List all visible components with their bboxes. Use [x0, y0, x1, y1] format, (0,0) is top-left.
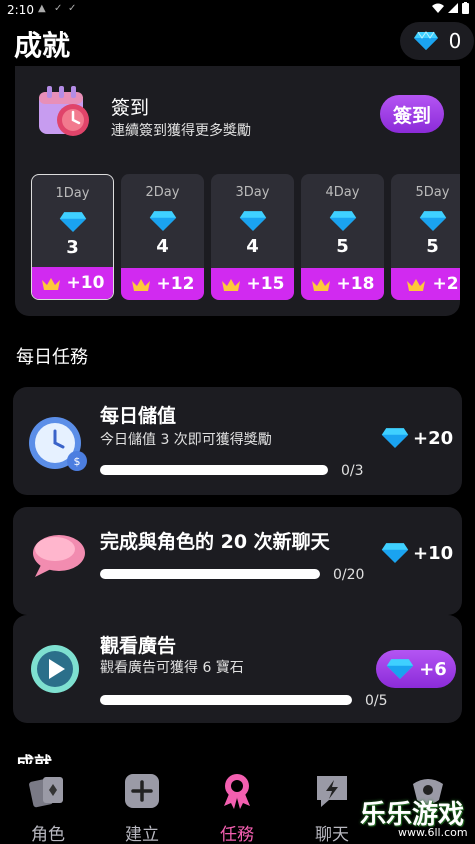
day-reward: +2: [391, 268, 460, 300]
gem-icon: [149, 211, 176, 231]
tab-label: 建立: [125, 825, 159, 844]
task-card-new-chats[interactable]: 完成與角色的 20 次新聊天 0/20 +10: [13, 507, 462, 615]
tab-label: 聊天: [315, 825, 349, 844]
battery-icon: [462, 2, 469, 14]
task-progress-bar: [100, 465, 328, 475]
task-reward: +20: [380, 427, 453, 449]
status-time: 2:10: [7, 3, 34, 17]
achievements-title: 成就: [16, 750, 52, 764]
watch-ad-reward-button[interactable]: +6: [376, 650, 456, 688]
tab-characters[interactable]: 角色: [18, 772, 78, 844]
svg-text:$: $: [74, 455, 81, 468]
day-gem-value: 3: [66, 237, 79, 258]
plus-square-icon: [125, 774, 159, 808]
chat-bolt-icon: [317, 776, 347, 807]
task-title: 完成與角色的 20 次新聊天: [100, 531, 330, 553]
day-card[interactable]: 5Day 5 +2: [391, 174, 460, 300]
task-subtitle: 今日儲值 3 次即可獲得獎勵: [100, 432, 272, 448]
task-progress-count: 0/20: [333, 567, 365, 583]
play-video-icon: [31, 645, 79, 693]
day-reward-value: +18: [336, 274, 375, 294]
chat-bubble-icon: [33, 535, 85, 577]
day-reward-value: +10: [66, 273, 105, 293]
gem-icon: [381, 543, 409, 563]
status-icons: [432, 2, 469, 14]
task-card-watch-ad[interactable]: 觀看廣告 觀看廣告可獲得 6 寶石 0/5 +6: [13, 615, 462, 723]
crown-icon: [407, 278, 426, 291]
gem-icon: [329, 211, 356, 231]
status-bar: 2:10 ▲ ✓ ✓: [0, 0, 475, 20]
signin-button[interactable]: 簽到: [380, 95, 444, 133]
signin-subtitle: 連續簽到獲得更多獎勵: [111, 123, 251, 139]
screen: 2:10 ▲ ✓ ✓ 成就 0 簽到 連續簽到獲得更多獎勵 簽到 1Day 3 …: [0, 0, 475, 844]
day-reward: +15: [211, 268, 294, 300]
task-reward-value: +10: [413, 542, 454, 564]
day-gem-value: 4: [246, 236, 259, 257]
crown-icon: [131, 278, 150, 291]
calendar-icon: [39, 86, 89, 136]
task-reward-value: +6: [419, 658, 447, 680]
day-reward-value: +15: [246, 274, 285, 294]
medal-icon: [224, 774, 250, 809]
day-reward-value: +12: [156, 274, 195, 294]
gem-icon: [239, 211, 266, 231]
signin-card: 簽到 連續簽到獲得更多獎勵 簽到 1Day 3 +10 2Day 4 +12 3…: [15, 66, 460, 316]
signin-title: 簽到: [111, 97, 150, 119]
day-gem-value: 5: [426, 236, 439, 257]
gem-count: 0: [448, 29, 462, 53]
tab-chat[interactable]: 聊天: [302, 772, 362, 844]
tab-label: 角色: [31, 825, 65, 844]
task-title: 每日儲值: [100, 405, 177, 427]
day-reward: +10: [32, 267, 113, 299]
crown-icon: [221, 278, 240, 291]
gem-icon: [386, 659, 414, 679]
gem-icon: [59, 212, 86, 232]
task-progress-count: 0/3: [341, 463, 364, 479]
task-card-daily-topup[interactable]: $ 每日儲值 今日儲值 3 次即可獲得獎勵 0/3 +20: [13, 387, 462, 495]
day-gem-value: 5: [336, 236, 349, 257]
watermark-url: www.6ll.com: [398, 826, 468, 839]
wifi-icon: [432, 3, 444, 13]
day-reward-value: +2: [432, 274, 459, 294]
day-card[interactable]: 2Day 4 +12: [121, 174, 204, 300]
task-progress-bar: [100, 569, 320, 579]
day-reward: +18: [301, 268, 384, 300]
cards-icon: [29, 777, 63, 808]
signin-days: 1Day 3 +10 2Day 4 +12 3Day 4 +15 4Day 5 …: [31, 174, 460, 300]
day-card[interactable]: 4Day 5 +18: [301, 174, 384, 300]
daily-tasks-title: 每日任務: [16, 347, 88, 368]
day-label: 2Day: [145, 185, 180, 200]
day-label: 5Day: [415, 185, 450, 200]
day-label: 4Day: [325, 185, 360, 200]
task-reward: +10: [380, 542, 453, 564]
gem-icon: [419, 211, 446, 231]
task-progress-bar: [100, 695, 352, 705]
page-title: 成就: [14, 29, 71, 62]
notification-icon: ▲: [38, 3, 46, 14]
signal-icon: [448, 3, 458, 13]
task-progress-count: 0/5: [365, 693, 388, 709]
tab-label: 任務: [220, 825, 254, 844]
crown-icon: [41, 277, 60, 290]
check-icon: ✓: [68, 3, 77, 14]
task-reward-value: +20: [413, 427, 454, 449]
tab-tasks[interactable]: 任務: [207, 772, 267, 844]
tab-create[interactable]: 建立: [112, 772, 172, 844]
clock-icon: $: [29, 417, 87, 471]
day-label: 1Day: [55, 186, 90, 201]
watermark: 乐乐游戏 www.6ll.com: [356, 790, 475, 844]
day-label: 3Day: [235, 185, 270, 200]
gem-icon: [381, 428, 409, 448]
day-reward: +12: [121, 268, 204, 300]
check-icon: ✓: [54, 3, 63, 14]
day-card[interactable]: 1Day 3 +10: [31, 174, 114, 300]
crown-icon: [311, 278, 330, 291]
gem-balance[interactable]: 0: [400, 22, 474, 60]
day-card[interactable]: 3Day 4 +15: [211, 174, 294, 300]
task-title: 觀看廣告: [100, 635, 177, 657]
task-subtitle: 觀看廣告可獲得 6 寶石: [100, 660, 244, 676]
day-gem-value: 4: [156, 236, 169, 257]
gem-icon: [413, 31, 438, 50]
